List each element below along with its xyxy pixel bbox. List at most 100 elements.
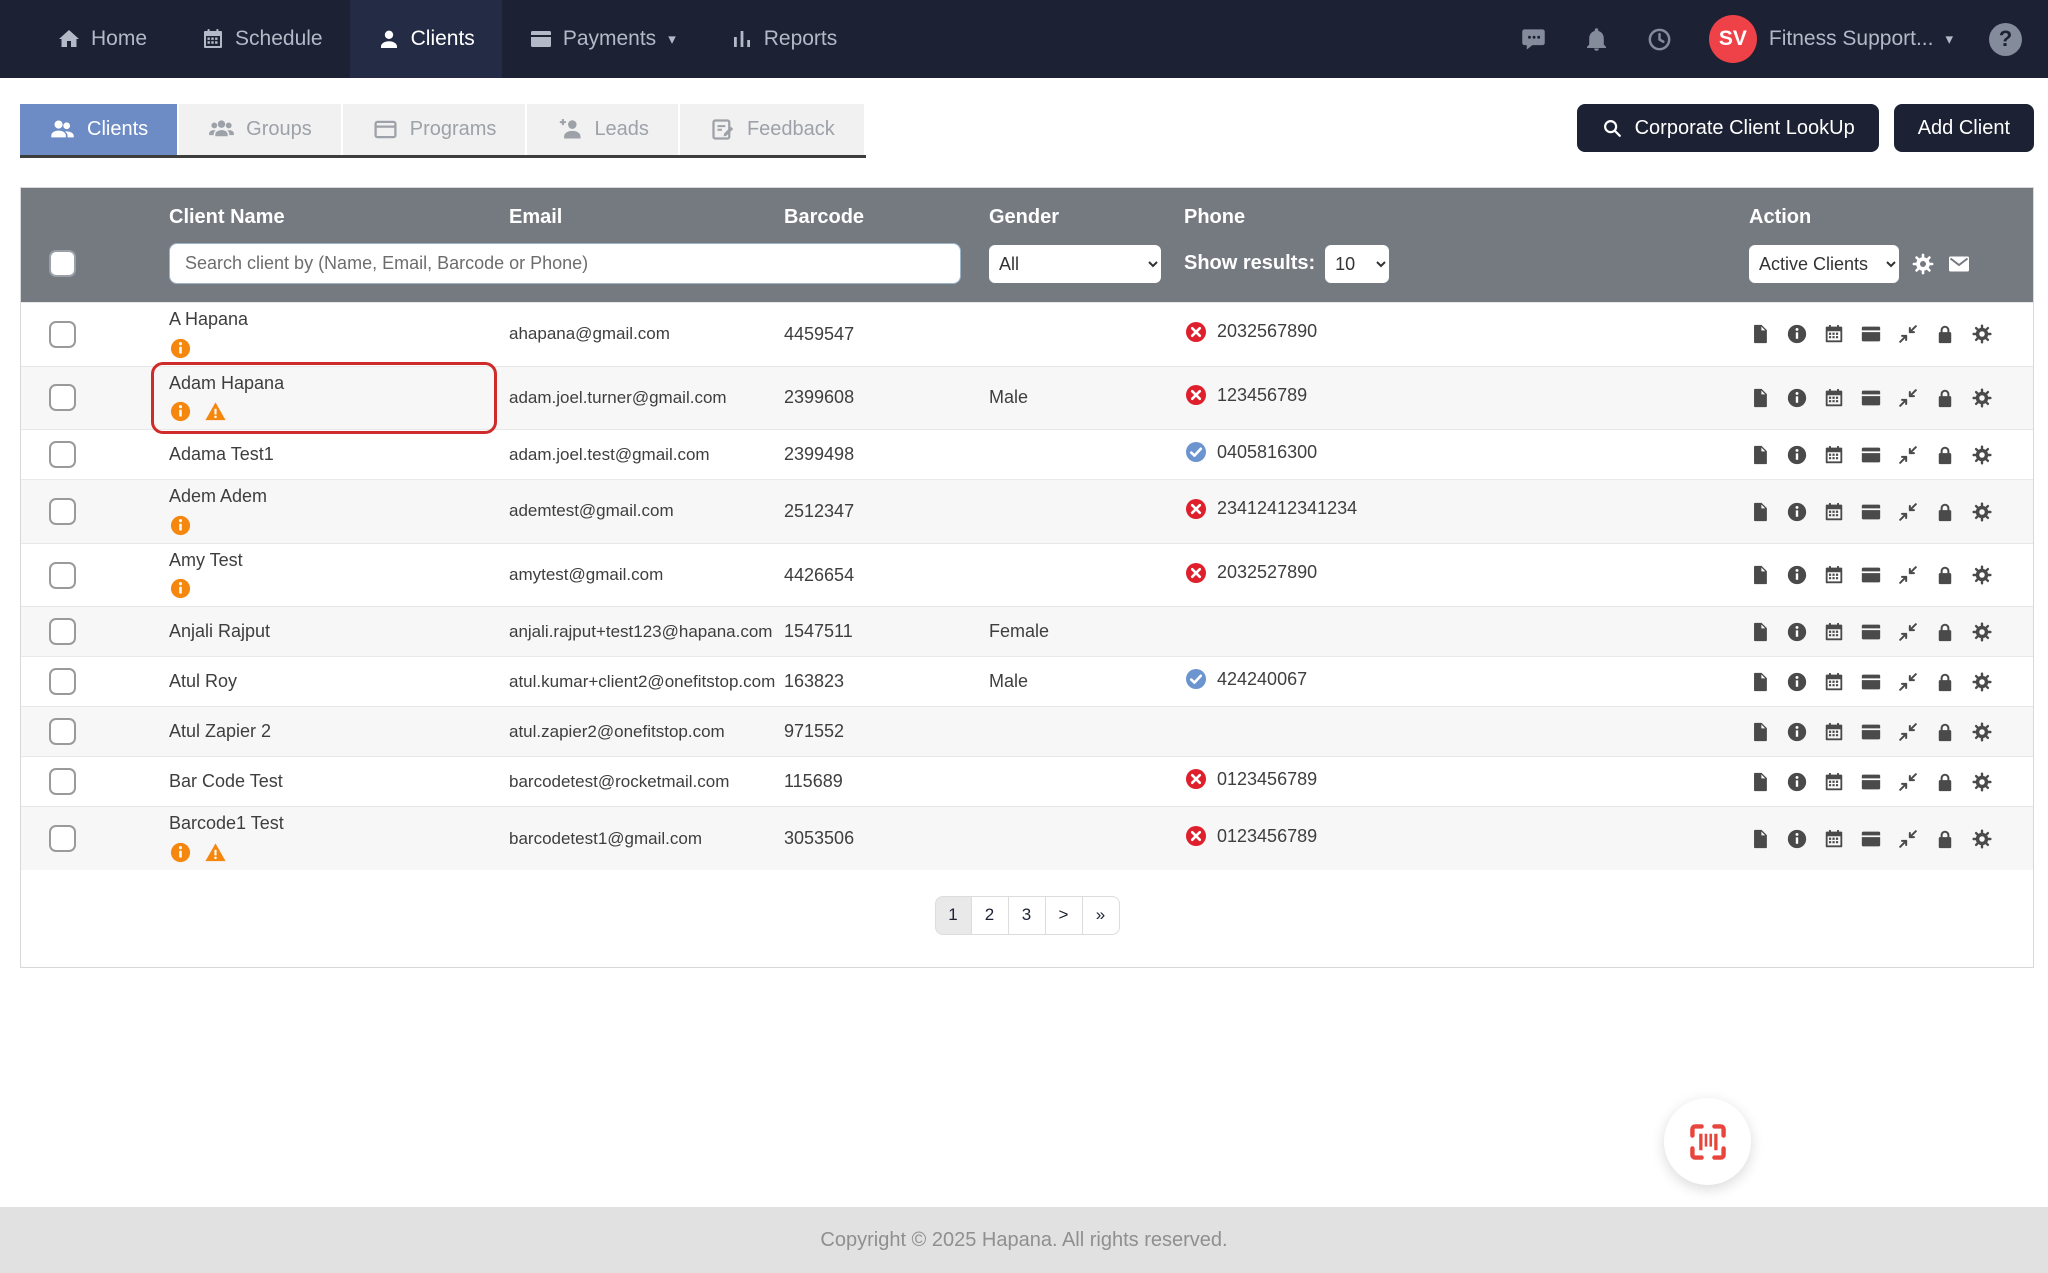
document-icon[interactable]: [1749, 501, 1771, 523]
compress-icon[interactable]: [1897, 721, 1919, 743]
pagination-button->[interactable]: >: [1045, 895, 1083, 935]
lock-icon[interactable]: [1934, 621, 1956, 643]
calendar-icon[interactable]: [1823, 771, 1845, 793]
document-icon[interactable]: [1749, 771, 1771, 793]
info-icon[interactable]: [1786, 671, 1808, 693]
compress-icon[interactable]: [1897, 501, 1919, 523]
calendar-icon[interactable]: [1823, 828, 1845, 850]
lock-icon[interactable]: [1934, 771, 1956, 793]
credit-card-icon[interactable]: [1860, 564, 1882, 586]
credit-card-icon[interactable]: [1860, 721, 1882, 743]
lock-icon[interactable]: [1934, 721, 1956, 743]
nav-item-reports[interactable]: Reports: [703, 0, 865, 78]
info-icon[interactable]: [1786, 771, 1808, 793]
tab-leads[interactable]: Leads: [527, 104, 680, 155]
compress-icon[interactable]: [1897, 828, 1919, 850]
gear-icon[interactable]: [1971, 323, 1993, 345]
document-icon[interactable]: [1749, 621, 1771, 643]
credit-card-icon[interactable]: [1860, 671, 1882, 693]
gear-icon[interactable]: [1971, 771, 1993, 793]
document-icon[interactable]: [1749, 828, 1771, 850]
document-icon[interactable]: [1749, 564, 1771, 586]
lock-icon[interactable]: [1934, 501, 1956, 523]
info-icon[interactable]: [1786, 387, 1808, 409]
info-icon[interactable]: [1786, 621, 1808, 643]
envelope-icon[interactable]: [1947, 252, 1971, 276]
nav-item-clients[interactable]: Clients: [349, 0, 502, 78]
pagination-button-3[interactable]: 3: [1008, 895, 1046, 935]
row-checkbox[interactable]: [49, 441, 76, 469]
gender-filter-select[interactable]: All: [989, 244, 1161, 283]
credit-card-icon[interactable]: [1860, 444, 1882, 466]
add-client-button[interactable]: Add Client: [1893, 104, 2034, 152]
lock-icon[interactable]: [1934, 671, 1956, 693]
compress-icon[interactable]: [1897, 564, 1919, 586]
gear-icon[interactable]: [1971, 721, 1993, 743]
gear-icon[interactable]: [1911, 252, 1935, 276]
row-checkbox[interactable]: [49, 825, 76, 853]
info-icon[interactable]: [1786, 721, 1808, 743]
barcode-scan-button[interactable]: [1664, 1098, 1751, 1185]
gear-icon[interactable]: [1971, 444, 1993, 466]
tab-clients[interactable]: Clients: [20, 104, 180, 155]
search-input[interactable]: [169, 243, 961, 284]
avatar[interactable]: SV: [1708, 15, 1757, 63]
calendar-icon[interactable]: [1823, 444, 1845, 466]
user-menu[interactable]: SV Fitness Support... ▾: [1708, 15, 1953, 63]
nav-item-payments[interactable]: Payments ▾: [502, 0, 703, 78]
tab-feedback[interactable]: Feedback: [679, 104, 866, 155]
credit-card-icon[interactable]: [1860, 323, 1882, 345]
calendar-icon[interactable]: [1823, 501, 1845, 523]
info-icon[interactable]: [1786, 828, 1808, 850]
credit-card-icon[interactable]: [1860, 387, 1882, 409]
clock-icon[interactable]: [1646, 26, 1673, 53]
lock-icon[interactable]: [1934, 323, 1956, 345]
compress-icon[interactable]: [1897, 323, 1919, 345]
row-checkbox[interactable]: [49, 618, 76, 646]
lock-icon[interactable]: [1934, 564, 1956, 586]
row-checkbox[interactable]: [49, 384, 76, 412]
gear-icon[interactable]: [1971, 564, 1993, 586]
calendar-icon[interactable]: [1823, 671, 1845, 693]
info-icon[interactable]: [1786, 564, 1808, 586]
client-status-filter-select[interactable]: Active Clients: [1749, 244, 1899, 283]
tab-programs[interactable]: Programs: [342, 104, 528, 155]
bell-icon[interactable]: [1583, 26, 1610, 53]
lock-icon[interactable]: [1934, 444, 1956, 466]
compress-icon[interactable]: [1897, 621, 1919, 643]
tab-groups[interactable]: Groups: [179, 104, 343, 155]
document-icon[interactable]: [1749, 721, 1771, 743]
row-checkbox[interactable]: [49, 561, 76, 589]
document-icon[interactable]: [1749, 323, 1771, 345]
gear-icon[interactable]: [1971, 387, 1993, 409]
row-checkbox[interactable]: [49, 768, 76, 796]
pagination-button-»[interactable]: »: [1082, 895, 1120, 935]
help-icon[interactable]: ?: [1989, 22, 2022, 56]
select-all-checkbox[interactable]: [49, 250, 76, 277]
compress-icon[interactable]: [1897, 444, 1919, 466]
row-checkbox[interactable]: [49, 320, 76, 348]
gear-icon[interactable]: [1971, 828, 1993, 850]
row-checkbox[interactable]: [49, 718, 76, 746]
compress-icon[interactable]: [1897, 771, 1919, 793]
lock-icon[interactable]: [1934, 387, 1956, 409]
lock-icon[interactable]: [1934, 828, 1956, 850]
nav-item-home[interactable]: Home: [30, 0, 174, 78]
credit-card-icon[interactable]: [1860, 501, 1882, 523]
credit-card-icon[interactable]: [1860, 828, 1882, 850]
calendar-icon[interactable]: [1823, 387, 1845, 409]
nav-item-schedule[interactable]: Schedule: [174, 0, 350, 78]
calendar-icon[interactable]: [1823, 323, 1845, 345]
document-icon[interactable]: [1749, 387, 1771, 409]
compress-icon[interactable]: [1897, 671, 1919, 693]
calendar-icon[interactable]: [1823, 721, 1845, 743]
pagination-button-1[interactable]: 1: [934, 895, 972, 935]
row-checkbox[interactable]: [49, 497, 76, 525]
pagination-button-2[interactable]: 2: [971, 895, 1009, 935]
row-checkbox[interactable]: [49, 668, 76, 696]
gear-icon[interactable]: [1971, 501, 1993, 523]
compress-icon[interactable]: [1897, 387, 1919, 409]
document-icon[interactable]: [1749, 671, 1771, 693]
gear-icon[interactable]: [1971, 621, 1993, 643]
show-results-select[interactable]: 10: [1325, 244, 1390, 283]
